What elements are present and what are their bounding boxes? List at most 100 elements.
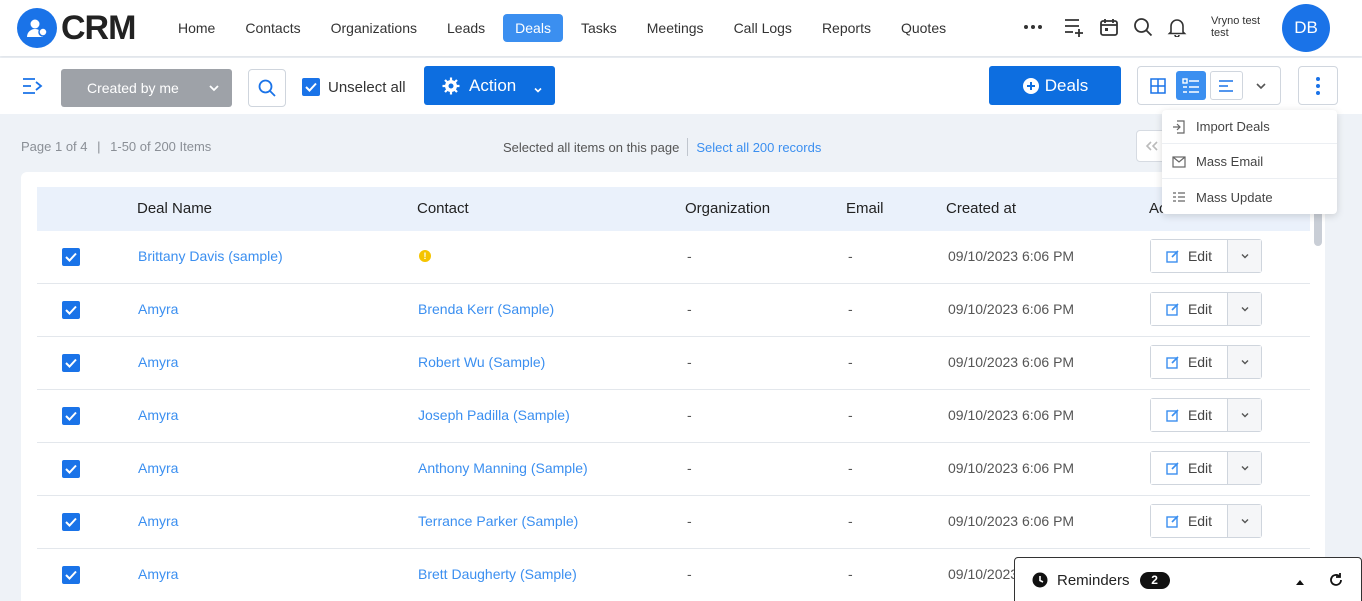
edit-button[interactable]: Edit xyxy=(1151,346,1228,378)
deal-name-link[interactable]: Amyra xyxy=(138,460,178,476)
filter-dropdown[interactable]: Created by me xyxy=(61,69,232,107)
header-email[interactable]: Email xyxy=(846,200,884,217)
nav-item-quotes[interactable]: Quotes xyxy=(889,14,958,42)
edit-button[interactable]: Edit xyxy=(1151,240,1228,272)
nav-item-leads[interactable]: Leads xyxy=(435,14,497,42)
list-update-icon xyxy=(1173,192,1185,202)
user-name[interactable]: Vryno test test xyxy=(1211,15,1273,39)
nav-item-meetings[interactable]: Meetings xyxy=(635,14,716,42)
more-options-button[interactable] xyxy=(1298,66,1338,105)
select-all-records-link[interactable]: Select all 200 records xyxy=(696,140,821,155)
view-dropdown-button[interactable] xyxy=(1247,71,1276,100)
edit-dropdown-button[interactable] xyxy=(1228,240,1261,272)
search-icon[interactable] xyxy=(1130,14,1156,40)
chevron-down-icon xyxy=(208,81,220,97)
edit-label: Edit xyxy=(1187,460,1213,476)
action-button[interactable]: Action xyxy=(424,66,555,105)
row-checkbox[interactable] xyxy=(62,513,80,531)
header-organization[interactable]: Organization xyxy=(685,200,770,217)
table-header: Deal Name Contact Organization Email Cre… xyxy=(37,187,1310,231)
table-row[interactable]: Amyra Brenda Kerr (Sample) - - 09/10/202… xyxy=(37,284,1310,337)
organization-cell: - xyxy=(687,460,692,476)
organization-cell: - xyxy=(687,566,692,582)
sidebar-toggle-icon[interactable] xyxy=(20,76,44,101)
edit-dropdown-button[interactable] xyxy=(1228,346,1261,378)
contact-link[interactable]: Joseph Padilla (Sample) xyxy=(418,407,570,423)
deal-name-link[interactable]: Amyra xyxy=(138,566,178,582)
email-cell: - xyxy=(848,566,853,582)
row-checkbox[interactable] xyxy=(62,354,80,372)
table-row[interactable]: Brittany Davis (sample) ! - - 09/10/2023… xyxy=(37,231,1310,284)
nav-item-organizations[interactable]: Organizations xyxy=(319,14,429,42)
add-deal-button[interactable]: Deals xyxy=(989,66,1121,105)
table-row[interactable]: Amyra Anthony Manning (Sample) - - 09/10… xyxy=(37,443,1310,496)
edit-dropdown-button[interactable] xyxy=(1228,452,1261,484)
unselect-all-checkbox[interactable] xyxy=(302,78,320,96)
list-view-button[interactable] xyxy=(1176,71,1206,100)
chevron-down-icon xyxy=(1241,254,1248,259)
reminders-count-badge: 2 xyxy=(1139,571,1170,589)
calendar-icon[interactable] xyxy=(1096,14,1122,40)
kanban-view-button[interactable] xyxy=(1209,71,1243,100)
deal-name-link[interactable]: Amyra xyxy=(138,354,178,370)
deal-name-link[interactable]: Amyra xyxy=(138,301,178,317)
nav-item-contacts[interactable]: Contacts xyxy=(233,14,312,42)
chevron-down-icon xyxy=(533,80,543,100)
edit-dropdown-button[interactable] xyxy=(1228,293,1261,325)
row-checkbox[interactable] xyxy=(62,460,80,478)
more-horizontal-icon[interactable] xyxy=(1020,14,1046,40)
selection-info: Selected all items on this page Select a… xyxy=(503,138,821,156)
double-chevron-left-icon xyxy=(1145,141,1158,151)
deal-name-link[interactable]: Brittany Davis (sample) xyxy=(138,248,283,264)
menu-item-mass-email[interactable]: Mass Email xyxy=(1162,145,1337,179)
refresh-icon[interactable] xyxy=(1328,572,1344,592)
deal-name-link[interactable]: Amyra xyxy=(138,407,178,423)
search-button[interactable] xyxy=(248,69,286,107)
table-row[interactable]: Amyra Robert Wu (Sample) - - 09/10/2023 … xyxy=(37,337,1310,390)
filter-label: Created by me xyxy=(87,80,179,96)
row-checkbox[interactable] xyxy=(62,566,80,584)
caret-up-icon[interactable] xyxy=(1294,573,1306,590)
edit-icon xyxy=(1166,409,1179,422)
row-checkbox[interactable] xyxy=(62,407,80,425)
row-checkbox[interactable] xyxy=(62,301,80,319)
add-list-icon[interactable] xyxy=(1062,14,1088,40)
contact-link[interactable]: Terrance Parker (Sample) xyxy=(418,513,578,529)
contact-link[interactable]: Anthony Manning (Sample) xyxy=(418,460,588,476)
header-deal-name[interactable]: Deal Name xyxy=(137,200,212,217)
edit-button[interactable]: Edit xyxy=(1151,505,1228,537)
clock-icon xyxy=(1032,572,1048,588)
contact-link[interactable]: Brett Daugherty (Sample) xyxy=(418,566,577,582)
edit-label: Edit xyxy=(1187,354,1213,370)
align-left-icon xyxy=(1219,79,1234,92)
deal-name-link[interactable]: Amyra xyxy=(138,513,178,529)
menu-item-import-deals[interactable]: Import Deals xyxy=(1162,110,1337,144)
table-row[interactable]: Amyra Terrance Parker (Sample) - - 09/10… xyxy=(37,496,1310,549)
edit-dropdown-button[interactable] xyxy=(1228,399,1261,431)
avatar[interactable]: DB xyxy=(1282,4,1330,52)
unselect-all-toggle[interactable]: Unselect all xyxy=(302,78,406,96)
email-cell: - xyxy=(848,248,853,264)
nav-item-tasks[interactable]: Tasks xyxy=(569,14,629,42)
header-contact[interactable]: Contact xyxy=(417,200,469,217)
reminders-panel[interactable]: Reminders 2 xyxy=(1014,557,1362,601)
contact-link[interactable]: Robert Wu (Sample) xyxy=(418,354,545,370)
header-created-at[interactable]: Created at xyxy=(946,200,1016,217)
bell-icon[interactable] xyxy=(1164,14,1190,40)
nav-item-reports[interactable]: Reports xyxy=(810,14,883,42)
contact-link[interactable]: Brenda Kerr (Sample) xyxy=(418,301,554,317)
grid-view-button[interactable] xyxy=(1143,71,1172,100)
edit-label: Edit xyxy=(1187,513,1213,529)
row-checkbox[interactable] xyxy=(62,248,80,266)
nav-item-home[interactable]: Home xyxy=(166,14,227,42)
menu-item-mass-update[interactable]: Mass Update xyxy=(1162,180,1337,214)
edit-button[interactable]: Edit xyxy=(1151,399,1228,431)
table-row[interactable]: Amyra Joseph Padilla (Sample) - - 09/10/… xyxy=(37,390,1310,443)
nav-item-deals[interactable]: Deals xyxy=(503,14,563,42)
edit-button[interactable]: Edit xyxy=(1151,293,1228,325)
organization-cell: - xyxy=(687,407,692,423)
app-logo[interactable]: CRM xyxy=(17,8,136,48)
edit-button[interactable]: Edit xyxy=(1151,452,1228,484)
nav-item-call-logs[interactable]: Call Logs xyxy=(722,14,804,42)
edit-dropdown-button[interactable] xyxy=(1228,505,1261,537)
